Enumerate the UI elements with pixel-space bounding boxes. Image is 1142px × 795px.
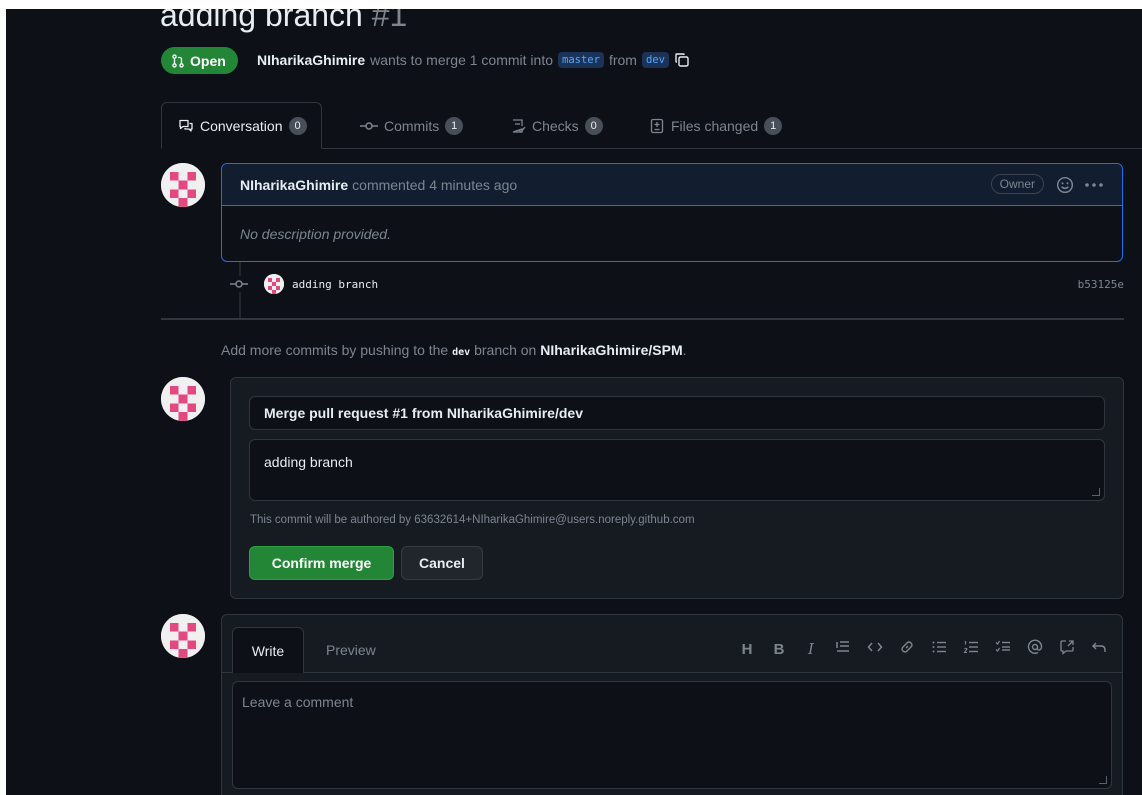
pr-title: adding branch (160, 9, 363, 33)
tab-counter: 0 (288, 116, 307, 135)
pr-number: #1 (371, 9, 408, 33)
pr-summary-text: wants to merge 1 commit into (370, 52, 554, 68)
merge-form: Merge pull request #1 from NIharikaGhimi… (230, 377, 1124, 599)
code-icon[interactable] (866, 639, 884, 659)
git-commit-icon (360, 121, 378, 130)
comment-discussion-icon (179, 119, 193, 132)
unordered-list-icon[interactable] (930, 639, 948, 659)
commit-avatar[interactable] (264, 274, 284, 294)
tab-label: Files changed (671, 117, 759, 134)
tab-label: Checks (532, 117, 579, 134)
pr-summary: NIharikaGhimire wants to merge 1 commit … (257, 52, 690, 68)
merge-description-text: adding branch (264, 454, 353, 470)
checklist-icon (512, 118, 526, 133)
heading-icon[interactable]: H (738, 641, 756, 658)
copy-icon[interactable] (674, 52, 690, 68)
file-diff-icon (650, 118, 664, 133)
push-hint: Add more commits by pushing to the dev b… (221, 342, 687, 358)
commit-message[interactable]: adding branch (292, 278, 378, 291)
tab-counter: 1 (764, 116, 783, 135)
avatar[interactable] (161, 377, 205, 421)
base-branch[interactable]: master (558, 52, 604, 68)
mention-icon[interactable] (1026, 639, 1044, 659)
smiley-icon[interactable] (1056, 176, 1074, 194)
tab-write[interactable]: Write (232, 627, 304, 673)
pull-request-icon (172, 53, 184, 68)
app-window: adding branch #1 Open NIharikaGhimire wa… (6, 9, 1142, 795)
resize-handle-icon[interactable] (1092, 488, 1100, 496)
commit-sha[interactable]: b53125e (1078, 278, 1124, 291)
reply-icon[interactable] (1090, 639, 1108, 659)
tab-conversation[interactable]: Conversation 0 (161, 102, 322, 149)
bold-icon[interactable]: B (770, 641, 788, 658)
status-badge: Open (161, 47, 238, 74)
push-hint-branch: dev (452, 347, 471, 358)
cancel-button[interactable]: Cancel (401, 546, 483, 580)
quote-icon[interactable] (834, 639, 852, 659)
ordered-list-icon[interactable] (962, 639, 980, 659)
tab-preview[interactable]: Preview (326, 627, 376, 673)
confirm-merge-button[interactable]: Confirm merge (249, 546, 394, 580)
resize-handle-icon[interactable] (1099, 776, 1107, 784)
comment-author[interactable]: NIharikaGhimire (240, 177, 348, 193)
commit-row: adding branch b53125e (228, 273, 1124, 295)
push-hint-end: . (682, 342, 687, 358)
identicon-icon (161, 614, 205, 658)
push-hint-text: Add more commits by pushing to the (221, 342, 449, 358)
tab-commits[interactable]: Commits 1 (360, 102, 464, 149)
identicon-icon (161, 163, 205, 207)
owner-badge: Owner (990, 174, 1044, 194)
identicon-icon (161, 377, 205, 421)
tab-label: Commits (384, 117, 440, 134)
identicon-icon (264, 274, 284, 294)
kebab-horizontal-icon[interactable] (1084, 179, 1104, 191)
push-hint-text-mid: branch on (474, 342, 537, 358)
tab-label: Conversation (200, 117, 283, 134)
avatar[interactable] (161, 614, 205, 658)
italic-icon[interactable]: I (802, 640, 820, 658)
tab-checks[interactable]: Checks 0 (510, 102, 603, 149)
comment-placeholder: Leave a comment (242, 694, 354, 710)
task-list-icon[interactable] (994, 639, 1012, 659)
tab-counter: 0 (584, 116, 603, 135)
comment-header: NIharikaGhimire commented 4 minutes ago (222, 164, 1122, 206)
comment-meta[interactable]: commented 4 minutes ago (352, 177, 517, 193)
page-title: adding branch #1 (160, 9, 407, 35)
comment-body: No description provided. (240, 226, 391, 242)
head-branch[interactable]: dev (641, 52, 669, 68)
merge-description-input[interactable]: adding branch (249, 439, 1105, 501)
repo-link[interactable]: NIharikaGhimire/SPM (540, 342, 682, 358)
write-tabs-divider (222, 672, 1122, 673)
status-label: Open (190, 52, 226, 69)
merge-title-input[interactable]: Merge pull request #1 from NIharikaGhimi… (249, 396, 1105, 430)
tab-files-changed[interactable]: Files changed 1 (649, 102, 783, 149)
new-comment-form: Write Preview H B I Leave a comment (221, 614, 1123, 795)
pr-summary-from: from (608, 52, 637, 68)
link-icon[interactable] (898, 639, 916, 659)
pr-author-link[interactable]: NIharikaGhimire (257, 52, 365, 68)
markdown-toolbar: H B I (738, 639, 1108, 659)
cross-reference-icon[interactable] (1058, 639, 1076, 659)
avatar[interactable] (161, 163, 205, 207)
authored-note: This commit will be authored by 63632614… (250, 514, 695, 526)
git-commit-icon (228, 276, 250, 292)
timeline-divider (161, 318, 1124, 320)
comment-card: NIharikaGhimire commented 4 minutes ago … (221, 163, 1123, 262)
tab-counter: 1 (445, 116, 464, 135)
comment-textarea[interactable]: Leave a comment (232, 681, 1112, 789)
